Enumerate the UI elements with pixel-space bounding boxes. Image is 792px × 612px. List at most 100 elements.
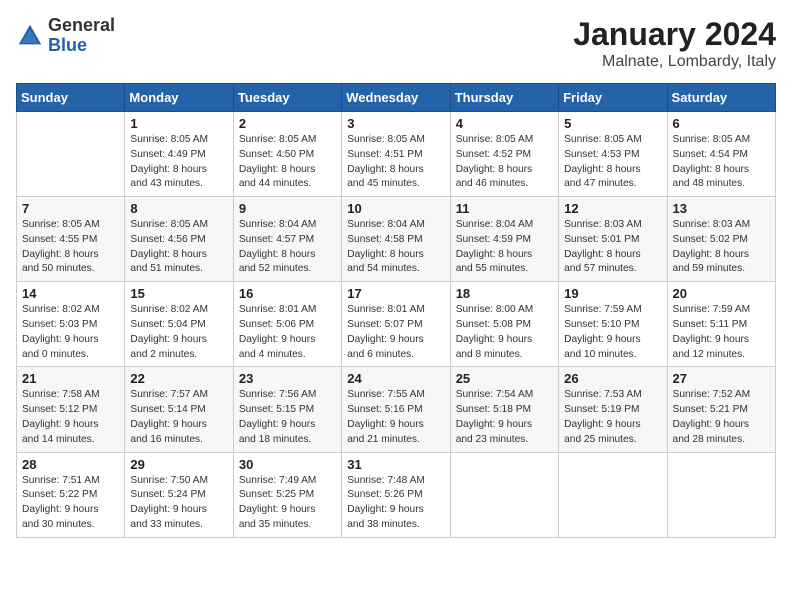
calendar-cell: 15 Sunrise: 8:02 AMSunset: 5:04 PMDayligh… bbox=[125, 282, 233, 367]
day-number: 29 bbox=[130, 457, 227, 472]
calendar-cell: 27 Sunrise: 7:52 AMSunset: 5:21 PMDayligh… bbox=[667, 367, 775, 452]
calendar-cell: 5 Sunrise: 8:05 AMSunset: 4:53 PMDaylight… bbox=[559, 112, 667, 197]
month-title: January 2024 bbox=[573, 16, 776, 53]
day-detail: Sunrise: 8:01 AMSunset: 5:06 PMDaylight:… bbox=[239, 303, 336, 362]
day-number: 27 bbox=[673, 371, 770, 386]
day-detail: Sunrise: 7:51 AMSunset: 5:22 PMDaylight:… bbox=[22, 474, 119, 533]
calendar-cell: 14 Sunrise: 8:02 AMSunset: 5:03 PMDayligh… bbox=[17, 282, 125, 367]
calendar-cell: 7Sunrise: 8:05 AMSunset: 4:55 PMDaylight… bbox=[17, 197, 125, 282]
day-number: 25 bbox=[456, 371, 553, 386]
day-detail: Sunrise: 8:04 AMSunset: 4:59 PMDaylight:… bbox=[456, 218, 553, 277]
day-number: 15 bbox=[130, 286, 227, 301]
calendar-cell: 19 Sunrise: 7:59 AMSunset: 5:10 PMDayligh… bbox=[559, 282, 667, 367]
calendar-cell: 1Sunrise: 8:05 AMSunset: 4:49 PMDaylight… bbox=[125, 112, 233, 197]
day-number: 4 bbox=[456, 116, 553, 131]
calendar-cell: 6Sunrise: 8:05 AMSunset: 4:54 PMDaylight… bbox=[667, 112, 775, 197]
calendar-cell: 13 Sunrise: 8:03 AMSunset: 5:02 PMDayligh… bbox=[667, 197, 775, 282]
day-detail: Sunrise: 8:03 AMSunset: 5:02 PMDaylight:… bbox=[673, 218, 770, 277]
location-title: Malnate, Lombardy, Italy bbox=[573, 53, 776, 71]
calendar-cell bbox=[667, 452, 775, 537]
calendar-cell: 23 Sunrise: 7:56 AMSunset: 5:15 PMDayligh… bbox=[233, 367, 341, 452]
day-number: 28 bbox=[22, 457, 119, 472]
week-row-0: 1Sunrise: 8:05 AMSunset: 4:49 PMDaylight… bbox=[17, 112, 776, 197]
weekday-header-saturday: Saturday bbox=[667, 84, 775, 112]
calendar-cell bbox=[450, 452, 558, 537]
day-detail: Sunrise: 8:02 AMSunset: 5:03 PMDaylight:… bbox=[22, 303, 119, 362]
day-number: 31 bbox=[347, 457, 444, 472]
calendar-cell: 8 Sunrise: 8:05 AMSunset: 4:56 PMDaylight… bbox=[125, 197, 233, 282]
day-detail: Sunrise: 8:03 AMSunset: 5:01 PMDaylight:… bbox=[564, 218, 661, 277]
calendar-cell: 21 Sunrise: 7:58 AMSunset: 5:12 PMDayligh… bbox=[17, 367, 125, 452]
day-detail: Sunrise: 7:59 AMSunset: 5:11 PMDaylight:… bbox=[673, 303, 770, 362]
logo-general-text: General bbox=[48, 16, 115, 36]
calendar-cell: 17Sunrise: 8:01 AMSunset: 5:07 PMDayligh… bbox=[342, 282, 450, 367]
day-number: 13 bbox=[673, 201, 770, 216]
calendar-cell: 28 Sunrise: 7:51 AMSunset: 5:22 PMDayligh… bbox=[17, 452, 125, 537]
day-detail: Sunrise: 8:05 AMSunset: 4:50 PMDaylight:… bbox=[239, 133, 336, 192]
calendar-cell: 26 Sunrise: 7:53 AMSunset: 5:19 PMDayligh… bbox=[559, 367, 667, 452]
week-row-4: 28 Sunrise: 7:51 AMSunset: 5:22 PMDayligh… bbox=[17, 452, 776, 537]
calendar-cell: 10 Sunrise: 8:04 AMSunset: 4:58 PMDayligh… bbox=[342, 197, 450, 282]
day-detail: Sunrise: 8:05 AMSunset: 4:53 PMDaylight:… bbox=[564, 133, 661, 192]
day-detail: Sunrise: 8:05 AMSunset: 4:49 PMDaylight:… bbox=[130, 133, 227, 192]
day-detail: Sunrise: 7:50 AMSunset: 5:24 PMDaylight:… bbox=[130, 474, 227, 533]
calendar-cell: 18Sunrise: 8:00 AMSunset: 5:08 PMDayligh… bbox=[450, 282, 558, 367]
calendar-cell: 31 Sunrise: 7:48 AMSunset: 5:26 PMDayligh… bbox=[342, 452, 450, 537]
day-detail: Sunrise: 7:48 AMSunset: 5:26 PMDaylight:… bbox=[347, 474, 444, 533]
day-number: 18 bbox=[456, 286, 553, 301]
day-number: 21 bbox=[22, 371, 119, 386]
day-number: 30 bbox=[239, 457, 336, 472]
day-number: 23 bbox=[239, 371, 336, 386]
calendar-cell: 4Sunrise: 8:05 AMSunset: 4:52 PMDaylight… bbox=[450, 112, 558, 197]
weekday-header-wednesday: Wednesday bbox=[342, 84, 450, 112]
calendar-cell: 9Sunrise: 8:04 AMSunset: 4:57 PMDaylight… bbox=[233, 197, 341, 282]
calendar-cell: 12 Sunrise: 8:03 AMSunset: 5:01 PMDayligh… bbox=[559, 197, 667, 282]
calendar-cell: 25 Sunrise: 7:54 AMSunset: 5:18 PMDayligh… bbox=[450, 367, 558, 452]
day-detail: Sunrise: 7:55 AMSunset: 5:16 PMDaylight:… bbox=[347, 388, 444, 447]
logo-icon bbox=[16, 22, 44, 50]
day-detail: Sunrise: 7:57 AMSunset: 5:14 PMDaylight:… bbox=[130, 388, 227, 447]
day-number: 20 bbox=[673, 286, 770, 301]
calendar-cell: 24 Sunrise: 7:55 AMSunset: 5:16 PMDayligh… bbox=[342, 367, 450, 452]
day-number: 12 bbox=[564, 201, 661, 216]
day-number: 2 bbox=[239, 116, 336, 131]
day-number: 19 bbox=[564, 286, 661, 301]
day-number: 5 bbox=[564, 116, 661, 131]
title-area: January 2024 Malnate, Lombardy, Italy bbox=[573, 16, 776, 71]
weekday-header-friday: Friday bbox=[559, 84, 667, 112]
weekday-header-row: SundayMondayTuesdayWednesdayThursdayFrid… bbox=[17, 84, 776, 112]
weekday-header-tuesday: Tuesday bbox=[233, 84, 341, 112]
day-detail: Sunrise: 7:56 AMSunset: 5:15 PMDaylight:… bbox=[239, 388, 336, 447]
calendar-cell: 16Sunrise: 8:01 AMSunset: 5:06 PMDayligh… bbox=[233, 282, 341, 367]
day-number: 26 bbox=[564, 371, 661, 386]
day-detail: Sunrise: 8:02 AMSunset: 5:04 PMDaylight:… bbox=[130, 303, 227, 362]
calendar-cell bbox=[17, 112, 125, 197]
day-number: 3 bbox=[347, 116, 444, 131]
day-detail: Sunrise: 7:52 AMSunset: 5:21 PMDaylight:… bbox=[673, 388, 770, 447]
day-detail: Sunrise: 7:58 AMSunset: 5:12 PMDaylight:… bbox=[22, 388, 119, 447]
day-detail: Sunrise: 8:05 AMSunset: 4:56 PMDaylight:… bbox=[130, 218, 227, 277]
day-number: 10 bbox=[347, 201, 444, 216]
weekday-header-monday: Monday bbox=[125, 84, 233, 112]
weekday-header-thursday: Thursday bbox=[450, 84, 558, 112]
calendar-cell bbox=[559, 452, 667, 537]
day-number: 24 bbox=[347, 371, 444, 386]
weekday-header-sunday: Sunday bbox=[17, 84, 125, 112]
header: General Blue January 2024 Malnate, Lomba… bbox=[16, 16, 776, 71]
day-detail: Sunrise: 8:04 AMSunset: 4:58 PMDaylight:… bbox=[347, 218, 444, 277]
day-number: 8 bbox=[130, 201, 227, 216]
calendar-cell: 3 Sunrise: 8:05 AMSunset: 4:51 PMDaylight… bbox=[342, 112, 450, 197]
day-detail: Sunrise: 7:54 AMSunset: 5:18 PMDaylight:… bbox=[456, 388, 553, 447]
week-row-3: 21 Sunrise: 7:58 AMSunset: 5:12 PMDayligh… bbox=[17, 367, 776, 452]
day-number: 6 bbox=[673, 116, 770, 131]
day-detail: Sunrise: 7:49 AMSunset: 5:25 PMDaylight:… bbox=[239, 474, 336, 533]
day-number: 14 bbox=[22, 286, 119, 301]
calendar-table: SundayMondayTuesdayWednesdayThursdayFrid… bbox=[16, 83, 776, 538]
day-detail: Sunrise: 7:59 AMSunset: 5:10 PMDaylight:… bbox=[564, 303, 661, 362]
day-detail: Sunrise: 8:05 AMSunset: 4:51 PMDaylight:… bbox=[347, 133, 444, 192]
week-row-1: 7Sunrise: 8:05 AMSunset: 4:55 PMDaylight… bbox=[17, 197, 776, 282]
day-number: 22 bbox=[130, 371, 227, 386]
calendar-cell: 29 Sunrise: 7:50 AMSunset: 5:24 PMDayligh… bbox=[125, 452, 233, 537]
calendar-cell: 30 Sunrise: 7:49 AMSunset: 5:25 PMDayligh… bbox=[233, 452, 341, 537]
day-detail: Sunrise: 7:53 AMSunset: 5:19 PMDaylight:… bbox=[564, 388, 661, 447]
